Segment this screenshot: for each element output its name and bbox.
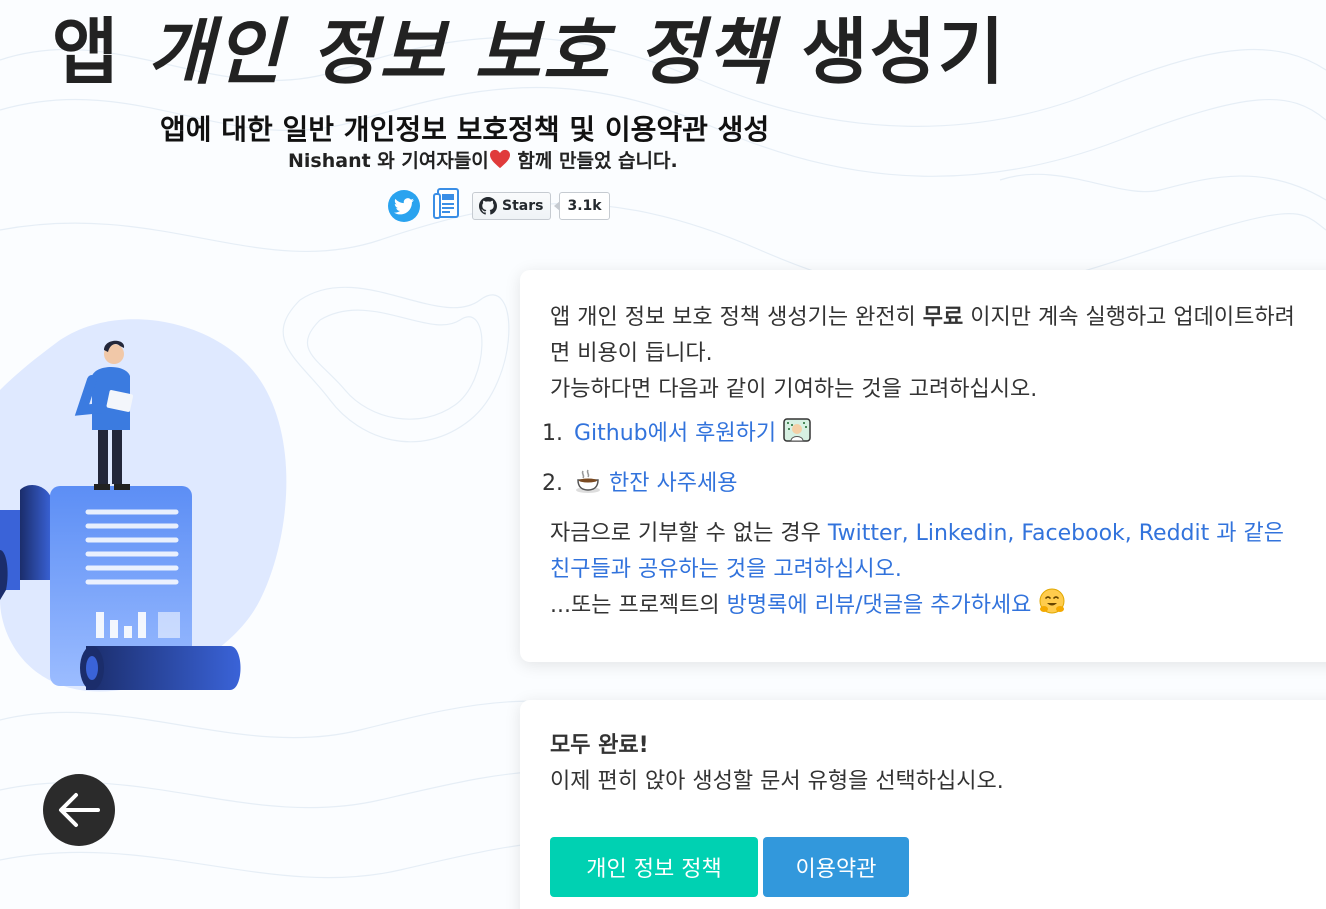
completion-heading: 모두 완료! <box>550 733 649 758</box>
donation-intro: 앱 개인 정보 보호 정책 생성기는 완전히 무료 이지만 계속 실행하고 업데… <box>550 300 1300 408</box>
intro-text-3: 가능하다면 다음과 같이 기여하는 것을 고려하십시오. <box>550 377 1038 402</box>
arrow-left-icon <box>59 793 100 827</box>
buy-coffee-link[interactable]: 한잔 사주세용 <box>609 471 737 496</box>
page: 앱 개인 정보 보호 정책 생성기 앱에 대한 일반 개인정보 보호정책 및 이… <box>0 0 1326 909</box>
github-stars-button[interactable]: Stars <box>472 192 552 220</box>
completion-content: 모두 완료! 이제 편히 앉아 생성할 문서 유형을 선택하십시오. <box>550 728 1310 800</box>
page-subtitle: 앱에 대한 일반 개인정보 보호정책 및 이용약관 생성 <box>160 113 770 146</box>
title-prefix: 앱 <box>52 10 148 94</box>
guestbook-link[interactable]: 방명록에 리뷰/댓글을 추가하세요 <box>727 593 1032 618</box>
heart-icon <box>489 149 510 169</box>
social-links: Stars 3.1k <box>388 188 610 224</box>
github-sponsor-link[interactable]: Github에서 후원하기 <box>574 421 776 446</box>
terms-button[interactable]: 이용약관 <box>763 837 909 897</box>
list-item: 한잔 사주세용 <box>570 466 1300 502</box>
credit-text: Nishant 와 기여자들이 <box>288 150 489 172</box>
share-lead: 자금으로 기부할 수 없는 경우 <box>550 521 828 546</box>
donation-card: 앱 개인 정보 보호 정책 생성기는 완전히 무료 이지만 계속 실행하고 업데… <box>520 270 1326 662</box>
privacy-policy-button[interactable]: 개인 정보 정책 <box>550 837 758 897</box>
title-suffix: 생성기 <box>774 10 1007 94</box>
guestbook-lead: ...또는 프로젝트의 <box>550 593 727 618</box>
completion-instruction: 이제 편히 앉아 생성할 문서 유형을 선택하십시오. <box>550 769 1004 794</box>
newspaper-icon <box>433 188 459 219</box>
donation-options: Github에서 후원하기 한잔 사주세용 <box>550 416 1300 502</box>
hugging-face-icon <box>1039 588 1065 614</box>
back-button[interactable] <box>43 774 115 846</box>
twitter-bird-icon <box>394 197 414 214</box>
twitter-icon[interactable] <box>388 190 420 222</box>
share-text: 자금으로 기부할 수 없는 경우 Twitter, Linkedin, Face… <box>550 516 1300 624</box>
document-type-buttons: 개인 정보 정책 이용약관 <box>550 837 909 897</box>
donation-content: 앱 개인 정보 보호 정책 생성기는 완전히 무료 이지만 계속 실행하고 업데… <box>550 300 1300 624</box>
completion-card: 모두 완료! 이제 편히 앉아 생성할 문서 유형을 선택하십시오. 개인 정보… <box>520 700 1326 909</box>
credit-line: Nishant 와 기여자들이 함께 만들었 습니다. <box>288 146 678 173</box>
coffee-icon <box>576 469 600 493</box>
credit-text-end: 함께 만들었 습니다. <box>510 150 678 172</box>
developer-emoji-icon <box>783 418 811 442</box>
title-italic: 개인 정보 보호 정책 <box>147 10 775 94</box>
article-icon[interactable] <box>432 188 460 224</box>
hero-illustration <box>0 319 287 692</box>
list-item: Github에서 후원하기 <box>570 416 1300 452</box>
github-stars-count[interactable]: 3.1k <box>554 192 610 220</box>
github-icon <box>479 197 497 215</box>
page-title: 앱 개인 정보 보호 정책 생성기 <box>52 4 1006 100</box>
intro-text: 앱 개인 정보 보호 정책 생성기는 완전히 <box>550 305 923 330</box>
github-stars-label: Stars <box>502 198 544 214</box>
free-emphasis: 무료 <box>922 305 964 330</box>
